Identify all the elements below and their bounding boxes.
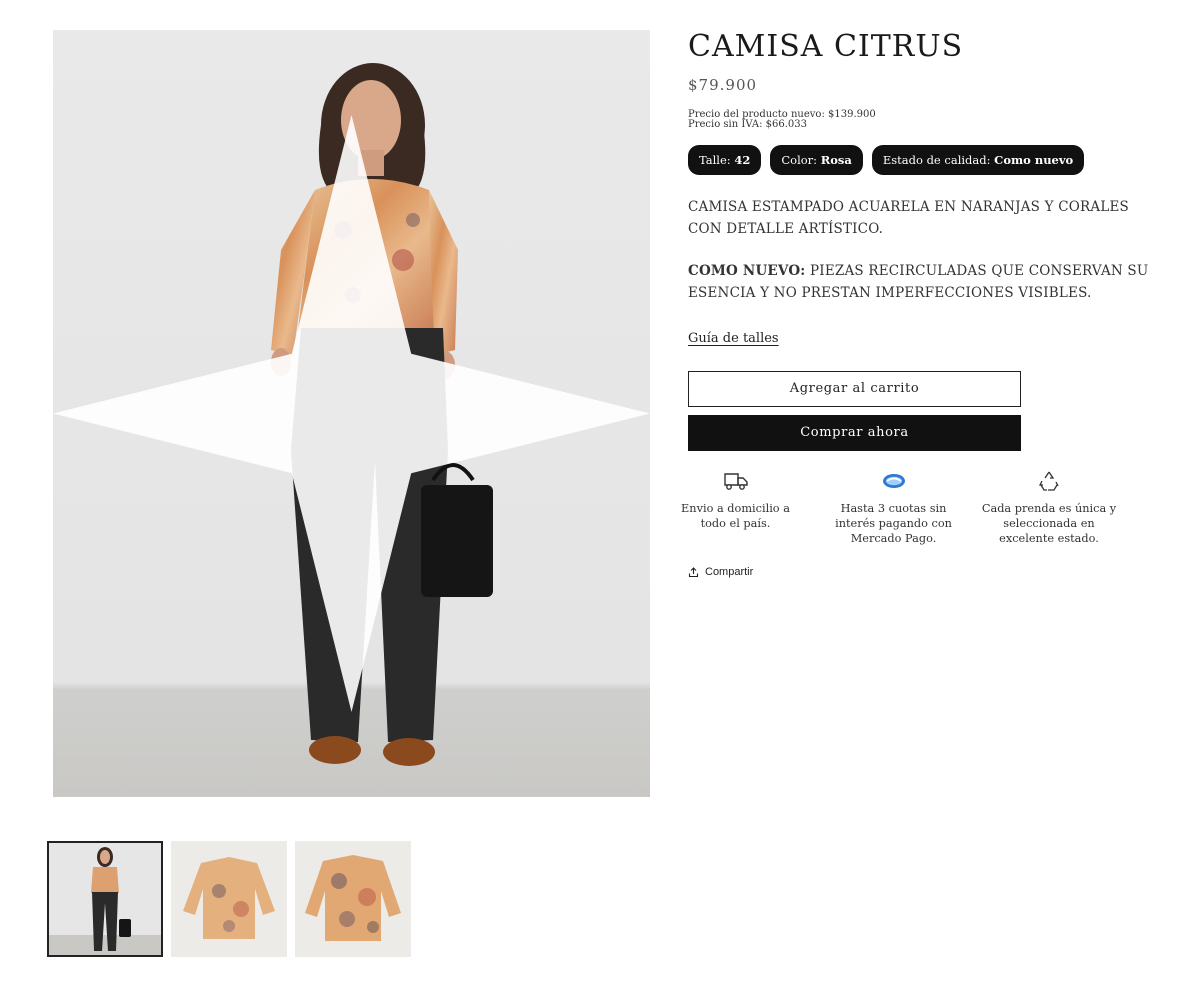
feature-shipping-text: Envio a domicilio a todo el país.	[681, 502, 790, 530]
size-chip-label: Talle:	[699, 153, 731, 167]
buy-now-button[interactable]: Comprar ahora	[688, 415, 1021, 451]
thumbnail-model[interactable]	[47, 841, 163, 957]
truck-icon	[668, 469, 803, 493]
thumbnail-gallery	[47, 841, 411, 957]
recycle-icon	[979, 469, 1119, 493]
price-without-tax: Precio sin IVA: $66.033	[688, 119, 807, 130]
color-chip-label: Color:	[781, 153, 818, 167]
quality-chip-label: Estado de calidad:	[882, 153, 991, 167]
feature-quality: Cada prenda es única y seleccionada en e…	[979, 469, 1119, 546]
feature-installments: Hasta 3 cuotas sin interés pagando con M…	[826, 469, 961, 546]
sparkle-icon	[53, 115, 650, 712]
share-button[interactable]: Compartir	[688, 566, 1158, 578]
thumbnail-shirt-back[interactable]	[295, 841, 411, 957]
attribute-chips: Talle: 42 Color: Rosa Estado de calidad:…	[688, 145, 1158, 175]
quality-description: COMO NUEVO: PIEZAS RECIRCULADAS QUE CONS…	[688, 260, 1158, 304]
size-chip: Talle: 42	[688, 145, 762, 175]
product-info: CAMISA CITRUS $79.900 Precio del product…	[681, 29, 1158, 579]
price-details: Precio del producto nuevo: $139.900 Prec…	[688, 110, 1158, 130]
feature-quality-text: Cada prenda es única y seleccionada en e…	[981, 502, 1117, 545]
color-chip-value: Rosa	[820, 153, 852, 167]
share-icon	[688, 566, 699, 577]
thumbnail-shirt-front[interactable]	[171, 841, 287, 957]
add-to-cart-button[interactable]: Agregar al carrito	[688, 371, 1021, 407]
color-chip: Color: Rosa	[770, 145, 863, 175]
quality-chip-value: Como nuevo	[994, 153, 1074, 167]
size-guide-link[interactable]: Guía de talles	[688, 331, 779, 346]
feature-installments-text: Hasta 3 cuotas sin interés pagando con M…	[835, 502, 952, 545]
share-label: Compartir	[705, 566, 754, 578]
features-row: Envio a domicilio a todo el país. Hasta …	[681, 469, 1158, 546]
quality-label: COMO NUEVO:	[688, 263, 806, 279]
size-chip-value: 42	[734, 153, 751, 167]
mercado-pago-icon	[826, 469, 961, 493]
main-product-image[interactable]	[53, 30, 650, 797]
feature-shipping: Envio a domicilio a todo el país.	[668, 469, 803, 546]
product-title: CAMISA CITRUS	[688, 29, 964, 64]
product-price: $79.900	[688, 76, 758, 94]
product-description: CAMISA ESTAMPADO ACUARELA EN NARANJAS Y …	[688, 199, 1129, 237]
quality-chip: Estado de calidad: Como nuevo	[871, 145, 1085, 175]
